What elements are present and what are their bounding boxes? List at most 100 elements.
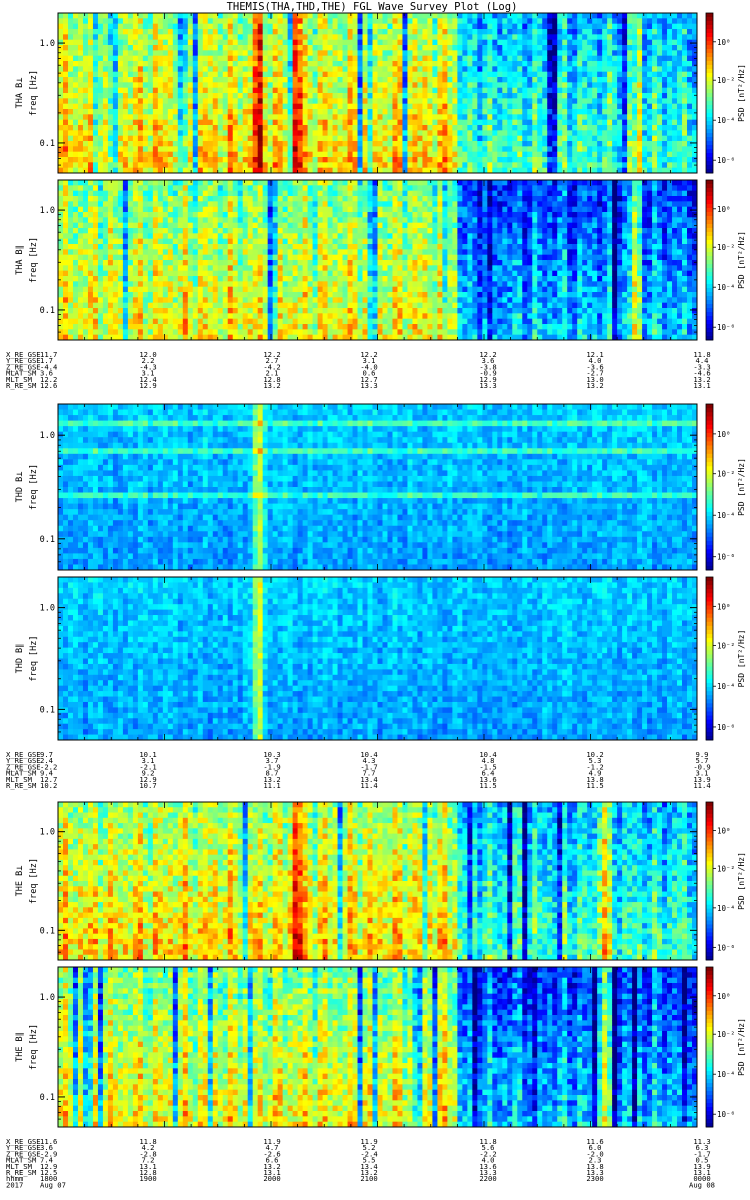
- spectrogram-cell: [432, 50, 437, 56]
- spectrogram-cell: [492, 146, 497, 152]
- spectrogram-cell: [163, 109, 168, 115]
- spectrogram-cell: [213, 239, 218, 245]
- spectrogram-cell: [587, 18, 592, 24]
- spectrogram-cell: [83, 308, 88, 314]
- spectrogram-cell: [657, 162, 662, 168]
- spectrogram-cell: [522, 141, 527, 147]
- spectrogram-cell: [298, 120, 303, 126]
- spectrogram-cell: [198, 77, 203, 83]
- spectrogram-cell: [283, 13, 288, 19]
- spectrogram-cell: [268, 50, 273, 56]
- spectrogram-cell: [213, 34, 218, 40]
- spectrogram-cell: [343, 98, 348, 104]
- spectrogram-cell: [457, 120, 462, 126]
- spectrogram-cell: [303, 66, 308, 72]
- spectrogram-cell: [353, 120, 358, 126]
- spectrogram-cell: [218, 201, 223, 207]
- spectrogram-cell: [637, 146, 642, 152]
- spectrogram-cell: [103, 114, 108, 120]
- spectrogram-cell: [68, 93, 73, 99]
- spectrogram-cell: [103, 136, 108, 142]
- spectrogram-cell: [68, 324, 73, 330]
- spectrogram-cell: [103, 34, 108, 40]
- spectrogram-cell: [682, 13, 687, 19]
- spectrogram-cell: [487, 24, 492, 30]
- spectrogram-cell: [198, 212, 203, 218]
- spectrogram-cell: [258, 93, 263, 99]
- spectrogram-cell: [612, 61, 617, 67]
- spectrogram-cell: [233, 98, 238, 104]
- spectrogram-cell: [552, 109, 557, 115]
- spectrogram-cell: [353, 141, 358, 147]
- spectrogram-cell: [143, 40, 148, 46]
- spectrogram-cell: [652, 40, 657, 46]
- spectrogram-cell: [482, 162, 487, 168]
- spectrogram-cell: [178, 66, 183, 72]
- spectrogram-cell: [467, 88, 472, 94]
- spectrogram-cell: [68, 228, 73, 234]
- spectrogram-cell: [442, 109, 447, 115]
- spectrogram-cell: [78, 223, 83, 229]
- spectrogram-cell: [437, 120, 442, 126]
- spectrogram-cell: [63, 125, 68, 131]
- spectrogram-cell: [452, 136, 457, 142]
- spectrogram-cell: [617, 141, 622, 147]
- spectrogram-cell: [677, 45, 682, 51]
- spectrogram-cell: [617, 98, 622, 104]
- spectrogram-cell: [163, 265, 168, 271]
- spectrogram-cell: [128, 114, 133, 120]
- spectrogram-cell: [208, 136, 213, 142]
- spectrogram-cell: [268, 72, 273, 78]
- spectrogram-cell: [363, 56, 368, 62]
- spectrogram-cell: [183, 244, 188, 250]
- spectrogram-cell: [447, 93, 452, 99]
- spectrogram-cell: [243, 146, 248, 152]
- spectrogram-cell: [128, 313, 133, 319]
- spectrogram-cell: [502, 24, 507, 30]
- spectrogram-cell: [552, 77, 557, 83]
- spectrogram-cell: [512, 72, 517, 78]
- spectrogram-cell: [288, 146, 293, 152]
- spectrogram-cell: [63, 77, 68, 83]
- spectrogram-cell: [83, 319, 88, 325]
- spectrogram-cell: [183, 61, 188, 67]
- spectrogram-cell: [447, 18, 452, 24]
- spectrogram-cell: [168, 45, 173, 51]
- spectrogram-cell: [168, 324, 173, 330]
- spectrogram-cell: [243, 61, 248, 67]
- spectrogram-cell: [537, 45, 542, 51]
- spectrogram-cell: [672, 82, 677, 88]
- spectrogram-cell: [662, 104, 667, 110]
- spectrogram-cell: [382, 18, 387, 24]
- spectrogram-cell: [193, 223, 198, 229]
- spectrogram-cell: [133, 114, 138, 120]
- spectrogram-cell: [63, 56, 68, 62]
- spectrogram-cell: [143, 212, 148, 218]
- spectrogram-cell: [447, 125, 452, 131]
- spectrogram-cell: [63, 141, 68, 147]
- spectrogram-cell: [592, 130, 597, 136]
- spectrogram-cell: [397, 88, 402, 94]
- spectrogram-cell: [273, 82, 278, 88]
- spectrogram-cell: [108, 297, 113, 303]
- spectrogram-cell: [68, 255, 73, 261]
- spectrogram-cell: [617, 45, 622, 51]
- spectrogram-cell: [442, 82, 447, 88]
- spectrogram-cell: [657, 34, 662, 40]
- spectrogram-cell: [128, 233, 133, 239]
- spectrogram-cell: [303, 88, 308, 94]
- spectrogram-cell: [363, 136, 368, 142]
- spectrogram-cell: [348, 141, 353, 147]
- spectrogram-cell: [647, 130, 652, 136]
- spectrogram-cell: [397, 50, 402, 56]
- spectrogram-cell: [412, 98, 417, 104]
- spectrogram-cell: [537, 18, 542, 24]
- spectrogram-cell: [333, 125, 338, 131]
- spectrogram-cell: [657, 45, 662, 51]
- spectrogram-cell: [582, 93, 587, 99]
- spectrogram-cell: [223, 157, 228, 163]
- spectrogram-cell: [158, 265, 163, 271]
- spectrogram-cell: [128, 93, 133, 99]
- spectrogram-cell: [148, 66, 153, 72]
- spectrogram-cell: [193, 180, 198, 186]
